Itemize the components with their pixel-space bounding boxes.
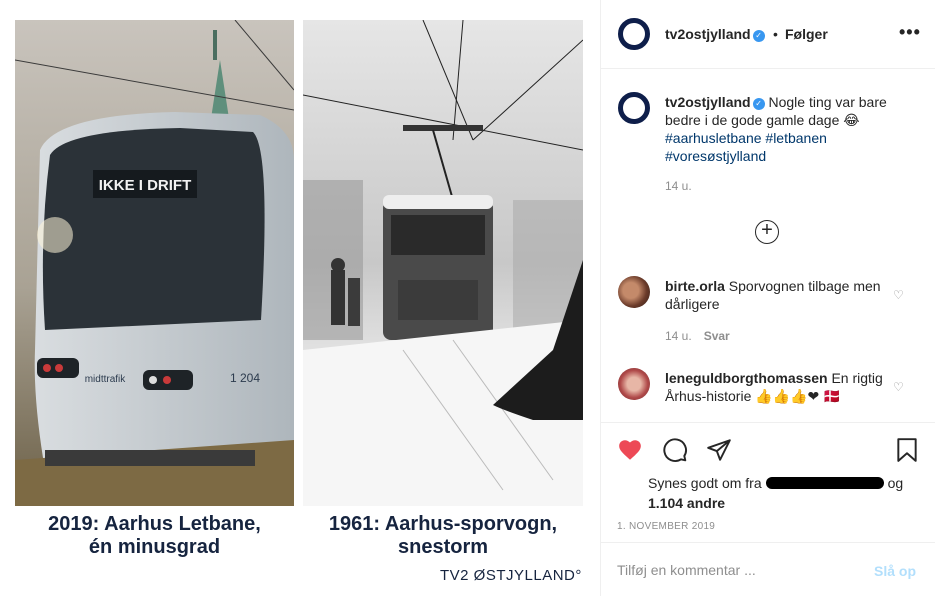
comments-list[interactable]: tv2ostjylland ✓ Nogle ting var bare bedre… [601,70,935,422]
following-button[interactable]: Følger [785,26,828,42]
post-image[interactable]: IKKE I DRIFT midttrafik 1 204 2019: Aarh… [0,0,600,596]
comment-username[interactable]: birte.orla [665,278,725,294]
add-comment-bar: Slå op [601,542,935,596]
header-username[interactable]: tv2ostjylland ✓ [665,26,765,42]
header-username-text[interactable]: tv2ostjylland [665,26,751,42]
comment-item: birte.orla Sporvognen tilbage men dårlig… [665,277,893,313]
tram-1961-photo [303,20,583,506]
tv2-brand-watermark: TV2 ØSTJYLLAND° [440,567,582,584]
caption-username[interactable]: tv2ostjylland [665,94,751,110]
comment-bubble-icon[interactable] [662,437,688,463]
more-options-icon[interactable]: ••• [899,22,921,43]
likes-summary: Synes godt om fra og 1.104 andre [648,473,928,513]
caption-verified-badge-icon: ✓ [752,98,765,110]
destination-sign: IKKE I DRIFT [99,177,192,194]
separator-dot: • [773,26,778,42]
tram-1961-illustration [303,20,583,506]
fleet-number: 1 204 [230,371,260,385]
caption-1961-line2: snestorm [397,536,489,558]
caption-2019: 2019: Aarhus Letbane, én minusgrad [15,513,294,559]
comment-avatar[interactable] [618,368,650,400]
avatar[interactable] [618,18,650,50]
tram-2019-illustration: IKKE I DRIFT midttrafik 1 204 [15,20,294,506]
reply-button[interactable]: Svar [704,329,730,343]
tram-2019-photo: IKKE I DRIFT midttrafik 1 204 [15,20,294,506]
caption-1961: 1961: Aarhus-sporvogn, snestorm [303,513,583,559]
comment-like-heart-icon[interactable]: ♡ [893,381,905,393]
redacted-username [765,477,884,489]
likes-suffix: og [887,475,904,491]
caption-avatar[interactable] [618,92,650,124]
comment-time[interactable]: 14 u. [665,329,692,343]
load-more-comments-icon[interactable]: + [755,220,779,244]
verified-badge-icon: ✓ [752,30,765,42]
post-date[interactable]: 1. NOVEMBER 2019 [617,521,715,532]
caption-1961-line1: 1961: Aarhus-sporvogn, [328,513,558,535]
likes-prefix: Synes godt om fra [648,475,762,491]
add-comment-input[interactable] [617,559,847,581]
comment-avatar[interactable] [618,276,650,308]
midttrafik-logo: midttrafik [85,374,127,385]
save-bookmark-icon[interactable] [894,437,920,463]
post-sidebar: tv2ostjylland ✓ • Følger ••• tv2ostjyllan… [600,0,935,596]
comment-item: leneguldborgthomassen En rigtig Århus-hi… [665,369,893,405]
post-header: tv2ostjylland ✓ • Følger ••• [601,0,935,69]
comment-meta: 14 u. Svar [665,329,730,343]
post-caption: tv2ostjylland ✓ Nogle ting var bare bedre… [665,93,893,165]
caption-hashtags[interactable]: #aarhusletbane #letbanen #voresøstjyllan… [665,130,827,164]
comment-like-heart-icon[interactable]: ♡ [893,289,905,301]
caption-2019-line2: én minusgrad [88,536,221,558]
likes-count[interactable]: 1.104 andre [648,495,725,511]
caption-2019-line1: 2019: Aarhus Letbane, [48,513,261,535]
post-actions: Synes godt om fra og 1.104 andre 1. NOVEM… [601,422,935,542]
comment-username[interactable]: leneguldborgthomassen [665,370,828,386]
post-comment-button[interactable]: Slå op [874,563,916,579]
share-paper-plane-icon[interactable] [706,437,732,463]
caption-time[interactable]: 14 u. [665,179,692,193]
like-heart-icon[interactable] [617,437,643,463]
